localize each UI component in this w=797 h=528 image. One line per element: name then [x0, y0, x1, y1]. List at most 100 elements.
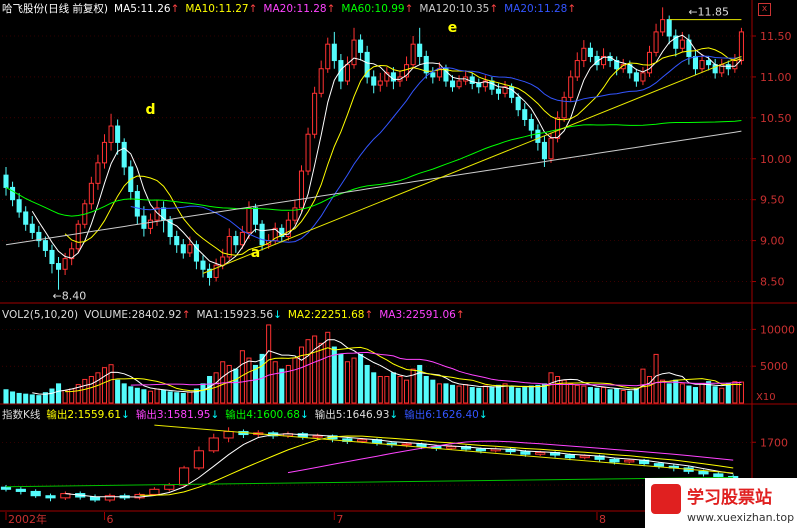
y-tick-label: 10.50 [760, 112, 792, 125]
volume-bar [279, 368, 285, 404]
volume-bar [266, 324, 272, 404]
volume-bar [574, 384, 580, 404]
volume-bar [55, 383, 62, 404]
volume-bar [358, 353, 364, 404]
volume-unit-label: X10 [756, 392, 776, 403]
idx-ma60-line [5, 476, 734, 488]
candle-body [259, 223, 265, 246]
legend-item: MA60:10.99↑ [341, 3, 414, 15]
volume-bar [397, 375, 403, 404]
candle-body [121, 141, 127, 168]
candle-body [520, 451, 531, 455]
close-icon[interactable]: x [758, 3, 771, 16]
candle-body [187, 244, 193, 254]
volume-bar [528, 385, 534, 404]
arrow-icon: ↑ [181, 309, 191, 321]
volume-bar [134, 387, 140, 404]
legend-item: 输出3:1581.95↓ [135, 409, 220, 421]
candle-body [548, 137, 554, 160]
candle-body [252, 207, 259, 225]
volume-bar [233, 368, 239, 404]
candle-body [653, 463, 665, 467]
volume-bar [292, 357, 298, 404]
volume-bar [338, 353, 344, 404]
y-tick-label: 10000 [760, 323, 795, 336]
volume-bar [344, 361, 350, 404]
volume-bar [587, 387, 593, 404]
candle-body [706, 60, 712, 66]
arrow-icon: ↓ [210, 409, 220, 421]
volume-bar [719, 387, 725, 404]
candle-body [147, 219, 153, 229]
candle-body [738, 31, 744, 62]
candle-body [10, 186, 16, 201]
candle-body [609, 458, 620, 463]
candle-body [579, 455, 590, 459]
candle-body [699, 60, 705, 70]
volume-bar [252, 364, 259, 404]
legend-item: MA20:11.28↑ [504, 3, 577, 15]
arrow-icon: ↑ [567, 3, 577, 15]
y-tick-label: 11.50 [760, 30, 792, 43]
volume-bar [49, 388, 55, 404]
candle-body [515, 96, 521, 111]
legend-item: VOL2(5,10,20) [2, 309, 79, 321]
legend-item: MA5:11.26↑ [114, 3, 180, 15]
candle-body [101, 141, 108, 164]
y-tick-label: 8.50 [760, 276, 785, 289]
volume-bar [180, 392, 186, 404]
volume-bar [390, 372, 396, 404]
x-tick-label: 7 [336, 513, 343, 526]
candle-body [108, 125, 114, 143]
volume-bar [548, 372, 554, 404]
legend-item: 输出4:1600.68↓ [225, 409, 309, 421]
volume-bar [601, 387, 607, 404]
arrow-icon: ↑ [248, 3, 258, 15]
candle-body [134, 191, 140, 217]
ma10-line [64, 47, 742, 256]
volume-bar [272, 361, 278, 404]
candle-body [3, 174, 9, 188]
candle-body [587, 47, 593, 57]
volume-legend: VOL2(5,10,20) VOLUME:28402.92↑ MA1:15923.5… [2, 308, 471, 322]
candle-body [430, 72, 436, 78]
candle-body [692, 55, 699, 70]
candle-body [45, 495, 56, 499]
volume-panel[interactable] [3, 324, 744, 404]
watermark-logo: 学习股票站 www.xuexizhan.top [645, 478, 797, 528]
volume-bar [712, 386, 718, 404]
legend-item: 输出5:1646.93↓ [314, 409, 399, 421]
watermark-icon [651, 484, 681, 514]
volume-bar [594, 387, 600, 404]
volume-bar [607, 389, 613, 404]
index-panel[interactable] [0, 424, 739, 503]
volume-bar [108, 364, 114, 404]
price-panel[interactable]: deabcf←11.85←8.40 [3, 5, 797, 303]
candle-body [489, 80, 495, 90]
volume-bar [377, 375, 383, 404]
arrow-icon: ↑ [404, 3, 414, 15]
volume-bar [147, 390, 153, 404]
volume-bar [456, 385, 462, 404]
arrow-icon: ↓ [299, 409, 309, 421]
arrow-icon: ↑ [326, 3, 336, 15]
volume-bar [476, 387, 482, 404]
volume-bar [82, 378, 88, 404]
volume-bar [29, 394, 35, 404]
x-tick-label: 2002年 [8, 512, 47, 526]
price-legend: 哈飞股份(日线 前复权) MA5:11.26↑ MA10:11.27↑ MA20:11… [2, 2, 582, 16]
candle-body [88, 182, 94, 205]
candle-body [581, 47, 587, 62]
arrow-icon: ↑ [489, 3, 499, 15]
index-legend: 指数K线 输出2:1559.61↓ 输出3:1581.95↓ 输出4:1600.68↓… [2, 408, 494, 422]
candle-body [180, 244, 186, 254]
candle-body [233, 236, 239, 246]
candle-body [42, 240, 48, 251]
volume-bar [88, 375, 94, 404]
candle-body [75, 223, 81, 250]
volume-bar [3, 389, 9, 404]
y-tick-label: 5000 [760, 360, 788, 373]
candle-body [371, 76, 377, 86]
candle-body [15, 488, 26, 492]
candle-body [633, 72, 639, 82]
